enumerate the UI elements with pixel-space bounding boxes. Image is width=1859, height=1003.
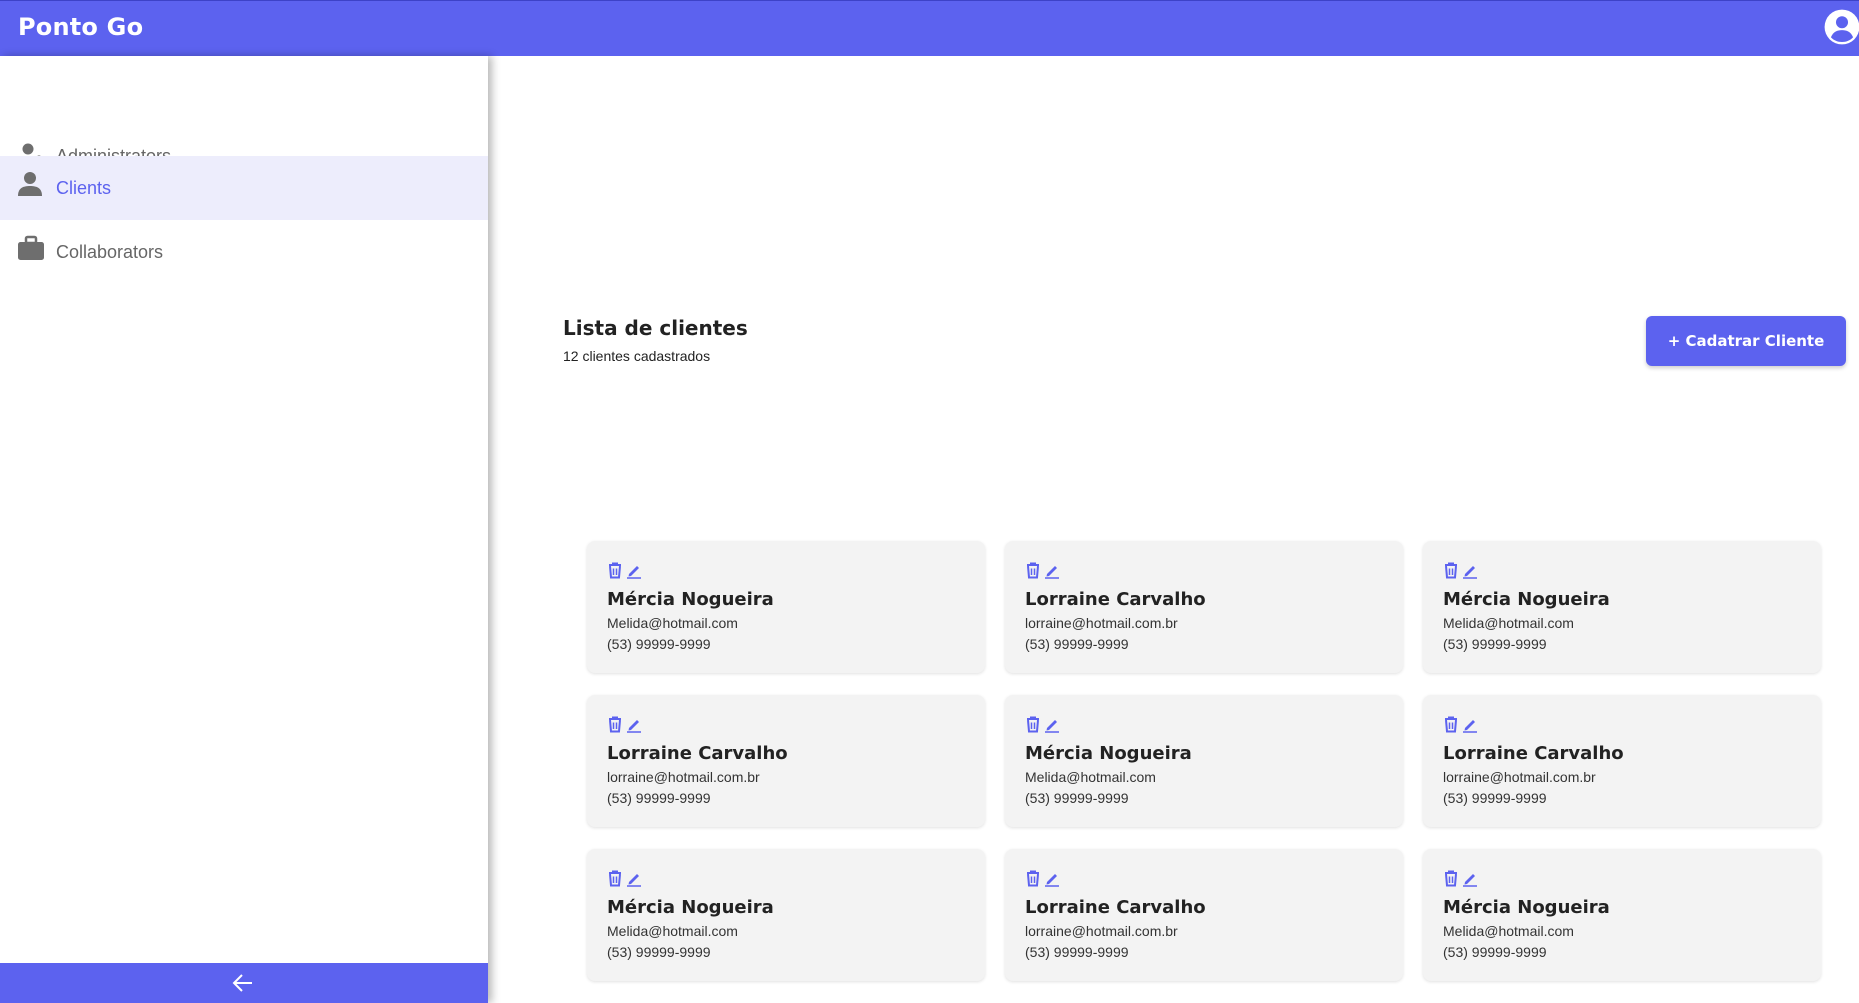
client-card: Mércia Nogueira Melida@hotmail.com (53) … <box>587 849 985 981</box>
client-phone: (53) 99999-9999 <box>607 944 711 960</box>
client-card: Mércia Nogueira Melida@hotmail.com (53) … <box>1005 695 1403 827</box>
client-name: Mércia Nogueira <box>1443 897 1610 918</box>
sidebar-item-label: Collaborators <box>56 242 164 262</box>
client-count: 12 clientes cadastrados <box>563 348 711 364</box>
briefcase-icon <box>18 235 44 260</box>
client-card: Lorraine Carvalho lorraine@hotmail.com.b… <box>1005 541 1403 673</box>
sidebar: Administrators Clients Collaborators <box>0 56 488 1003</box>
pencil-icon[interactable] <box>1044 716 1060 733</box>
client-name: Mércia Nogueira <box>1025 743 1192 764</box>
pencil-icon[interactable] <box>1462 716 1478 733</box>
pencil-icon[interactable] <box>626 870 642 887</box>
pencil-icon[interactable] <box>626 562 642 579</box>
client-email: Melida@hotmail.com <box>607 615 738 631</box>
client-email: Melida@hotmail.com <box>607 923 738 939</box>
sidebar-item-label: Clients <box>56 178 112 198</box>
pencil-icon[interactable] <box>626 716 642 733</box>
client-phone: (53) 99999-9999 <box>1443 790 1547 806</box>
trash-icon[interactable] <box>607 562 623 579</box>
trash-icon[interactable] <box>1025 870 1041 887</box>
client-phone: (53) 99999-9999 <box>607 790 711 806</box>
pencil-icon[interactable] <box>1044 870 1060 887</box>
client-card: Lorraine Carvalho lorraine@hotmail.com.b… <box>1005 849 1403 981</box>
client-email: lorraine@hotmail.com.br <box>607 769 760 785</box>
page-title: Lista de clientes <box>563 316 748 340</box>
account-circle-icon[interactable] <box>1823 8 1859 46</box>
client-card: Lorraine Carvalho lorraine@hotmail.com.b… <box>1423 695 1821 827</box>
client-name: Mércia Nogueira <box>607 897 774 918</box>
client-name: Mércia Nogueira <box>607 589 774 610</box>
pencil-icon[interactable] <box>1462 870 1478 887</box>
trash-icon[interactable] <box>1443 562 1459 579</box>
client-card: Mércia Nogueira Melida@hotmail.com (53) … <box>587 541 985 673</box>
trash-icon[interactable] <box>1025 716 1041 733</box>
client-phone: (53) 99999-9999 <box>1443 944 1547 960</box>
client-email: lorraine@hotmail.com.br <box>1025 615 1178 631</box>
client-name: Mércia Nogueira <box>1443 589 1610 610</box>
trash-icon[interactable] <box>607 716 623 733</box>
sidebar-item-clients[interactable]: Clients <box>0 156 488 220</box>
add-client-button[interactable]: + Cadatrar Cliente <box>1646 316 1846 366</box>
sidebar-collapse-button[interactable] <box>0 963 488 1003</box>
client-phone: (53) 99999-9999 <box>1443 636 1547 652</box>
trash-icon[interactable] <box>1025 562 1041 579</box>
client-card: Lorraine Carvalho lorraine@hotmail.com.b… <box>587 695 985 827</box>
client-name: Lorraine Carvalho <box>607 743 788 764</box>
client-phone: (53) 99999-9999 <box>607 636 711 652</box>
client-phone: (53) 99999-9999 <box>1025 636 1129 652</box>
client-card: Mércia Nogueira Melida@hotmail.com (53) … <box>1423 849 1821 981</box>
pencil-icon[interactable] <box>1462 562 1478 579</box>
client-phone: (53) 99999-9999 <box>1025 790 1129 806</box>
client-name: Lorraine Carvalho <box>1443 743 1624 764</box>
client-name: Lorraine Carvalho <box>1025 897 1206 918</box>
sidebar-item-collaborators[interactable]: Collaborators <box>0 220 488 284</box>
client-email: Melida@hotmail.com <box>1443 615 1574 631</box>
client-name: Lorraine Carvalho <box>1025 589 1206 610</box>
app-brand: Ponto Go <box>18 13 144 41</box>
top-app-bar: Ponto Go <box>0 0 1859 56</box>
arrow-left-icon <box>232 974 252 992</box>
client-email: Melida@hotmail.com <box>1443 923 1574 939</box>
client-email: Melida@hotmail.com <box>1025 769 1156 785</box>
client-email: lorraine@hotmail.com.br <box>1025 923 1178 939</box>
trash-icon[interactable] <box>1443 716 1459 733</box>
user-icon <box>18 172 42 196</box>
pencil-icon[interactable] <box>1044 562 1060 579</box>
trash-icon[interactable] <box>607 870 623 887</box>
trash-icon[interactable] <box>1443 870 1459 887</box>
client-phone: (53) 99999-9999 <box>1025 944 1129 960</box>
client-card: Mércia Nogueira Melida@hotmail.com (53) … <box>1423 541 1821 673</box>
client-email: lorraine@hotmail.com.br <box>1443 769 1596 785</box>
